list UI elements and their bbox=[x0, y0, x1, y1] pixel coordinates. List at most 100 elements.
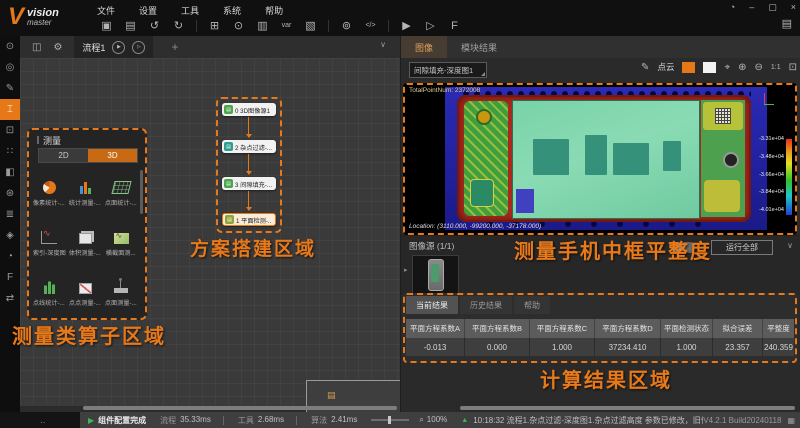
undo-icon[interactable]: ↺ bbox=[148, 17, 161, 35]
status-log[interactable]: ▲ 10:18:32 流程1.杂点过滤-深度图1.杂点过滤高度 参数已修改，旧值… bbox=[461, 415, 703, 426]
mark-icon[interactable]: ◈ bbox=[0, 225, 20, 246]
locate-icon[interactable]: ⊡ bbox=[0, 120, 20, 141]
status-separator bbox=[296, 416, 297, 425]
package-icon[interactable]: ▧ bbox=[304, 17, 317, 35]
close-icon[interactable]: × bbox=[791, 2, 796, 13]
run-flow-icon[interactable]: ▶ bbox=[112, 41, 125, 54]
version-label: V4.2.1 Build20240118 bbox=[703, 416, 781, 425]
chevron-down-icon[interactable]: ∨ bbox=[787, 241, 793, 250]
menu-file[interactable]: 文件 bbox=[95, 3, 117, 18]
app-logo: V vision master bbox=[8, 2, 59, 32]
tab-2d[interactable]: 2D bbox=[39, 149, 88, 162]
tool-point-point-measure[interactable]: 点点测量-... bbox=[67, 268, 103, 318]
save-icon[interactable]: ▣ bbox=[100, 17, 113, 35]
expand-strip-icon[interactable]: ▸ bbox=[404, 266, 408, 274]
measure-operator-panel: 测量 2D 3D 像素统计-... 统计测量-... 点面统计-... ∿ 索引… bbox=[27, 128, 147, 320]
measure-icon[interactable]: ⌶ bbox=[0, 99, 20, 120]
menu-tools[interactable]: 工具 bbox=[179, 3, 201, 18]
tool-pixel-stats[interactable]: 像素统计-... bbox=[31, 168, 67, 218]
node-3d-image-source[interactable]: ▤ 0 3D图像源1 bbox=[222, 103, 276, 116]
step-run-flow-icon[interactable]: ▷ bbox=[132, 41, 145, 54]
logo-v-icon: V bbox=[8, 2, 24, 32]
tool-point-plane-measure[interactable]: 点面测量-... bbox=[103, 268, 139, 318]
image-edit-icon[interactable]: ✎ bbox=[0, 78, 20, 99]
ready-text: 组件配置完成 bbox=[98, 415, 146, 426]
flowchart-icon[interactable]: ◫ bbox=[32, 42, 41, 53]
histogram-icon[interactable]: ≣ bbox=[0, 204, 20, 225]
io-panel-icon[interactable]: ▥ bbox=[256, 17, 269, 35]
performance-icon[interactable]: ◔ bbox=[730, 2, 735, 13]
node-gap-fill[interactable]: ▤ 3 间隙填充-... bbox=[222, 177, 276, 190]
tab-image[interactable]: 图像 bbox=[401, 36, 447, 58]
menu-system[interactable]: 系统 bbox=[221, 3, 243, 18]
image-config-icon[interactable]: ⊛ bbox=[0, 183, 20, 204]
format-f-icon[interactable]: F bbox=[0, 267, 20, 288]
transfer-icon[interactable]: ⇄ bbox=[0, 288, 20, 309]
node-noise-filter[interactable]: ▤ 2 杂点过滤-... bbox=[222, 140, 276, 153]
panel-scrollbar[interactable] bbox=[140, 170, 143, 214]
flow-connector-arrow bbox=[248, 117, 249, 137]
log-panel-icon[interactable]: ▦ bbox=[787, 416, 795, 425]
image-viewport[interactable]: TotalPointNum: 2372008 Location: (3110.0… bbox=[403, 83, 797, 235]
tool-index-depth-map[interactable]: ∿ 索引-深度图 bbox=[31, 218, 67, 268]
tool-point-line-stats[interactable]: 点线统计-... bbox=[31, 268, 67, 318]
run-all-dropdown[interactable]: 运行全部 bbox=[711, 240, 773, 255]
image-thumbnail[interactable] bbox=[412, 255, 459, 294]
tab-help[interactable]: 帮助 bbox=[514, 296, 550, 314]
zoom-in-icon[interactable]: ⊕ bbox=[738, 62, 746, 73]
minimize-icon[interactable]: – bbox=[749, 2, 754, 13]
open-solution-icon[interactable]: ▤ bbox=[124, 17, 137, 35]
redo-icon[interactable]: ↻ bbox=[172, 17, 185, 35]
center-view-icon[interactable]: ⌖ bbox=[724, 62, 730, 73]
new-window-icon[interactable]: ⊞ bbox=[208, 17, 221, 35]
one-to-one-icon[interactable]: 1:1 bbox=[771, 64, 781, 71]
menu-help[interactable]: 帮助 bbox=[263, 3, 285, 18]
history-icon[interactable]: ◔ bbox=[0, 246, 20, 267]
camera-icon[interactable]: ⊙ bbox=[232, 17, 245, 35]
results-hscrollbar[interactable] bbox=[460, 406, 795, 410]
matrix-icon[interactable]: ∷ bbox=[0, 141, 20, 162]
script-icon[interactable]: </> bbox=[364, 17, 377, 35]
annotation-build-area: 方案搭建区域 bbox=[190, 234, 316, 261]
wrench-icon[interactable]: ⚙ bbox=[53, 42, 62, 53]
tool-stats-measure[interactable]: 统计测量-... bbox=[67, 168, 103, 218]
mesh-box-icon bbox=[113, 180, 130, 194]
measure-panel-title: 测量 bbox=[37, 134, 61, 147]
color-swatch-orange[interactable] bbox=[682, 62, 695, 73]
adjust-icon[interactable]: ◧ bbox=[0, 162, 20, 183]
open-result-folder-icon[interactable]: ▤ bbox=[782, 17, 792, 30]
tab-history-result[interactable]: 历史结果 bbox=[460, 296, 512, 314]
zoom-out-icon[interactable]: ⊖ bbox=[754, 62, 762, 73]
camera-icon[interactable]: ⊙ bbox=[0, 36, 20, 57]
display-source-dropdown[interactable]: 间隙填充-深度图1 bbox=[409, 62, 487, 78]
status-more[interactable]: ‥ bbox=[0, 412, 80, 428]
tab-current-result[interactable]: 当前结果 bbox=[406, 296, 458, 314]
canvas-hscrollbar[interactable] bbox=[83, 406, 397, 410]
tab-module-results[interactable]: 模块结果 bbox=[447, 36, 511, 58]
phone-midframe-region bbox=[512, 100, 700, 219]
chevron-down-icon[interactable]: ∨ bbox=[380, 40, 386, 49]
canvas-zoom-slider[interactable] bbox=[371, 419, 409, 421]
global-run-icon[interactable]: ⊚ bbox=[340, 17, 353, 35]
add-flow-button[interactable]: + bbox=[171, 40, 178, 54]
ready-play-icon: ▶ bbox=[88, 416, 94, 425]
tool-volume-measure[interactable]: 体积测量-... bbox=[67, 218, 103, 268]
variables-icon[interactable]: var bbox=[280, 17, 293, 35]
visionmaster-window: V vision master 文件 设置 工具 系统 帮助 ◔ – ▢ × ▣… bbox=[0, 0, 800, 428]
format-icon[interactable]: F bbox=[448, 17, 461, 35]
node-icon: ▤ bbox=[224, 105, 233, 114]
camera-lens bbox=[723, 152, 739, 168]
tab-3d[interactable]: 3D bbox=[88, 149, 137, 162]
tool-cross-section[interactable]: ∿ 横截面测... bbox=[103, 218, 139, 268]
tool-point-surface-stats[interactable]: 点面统计-... bbox=[103, 168, 139, 218]
menu-settings[interactable]: 设置 bbox=[137, 3, 159, 18]
edit-icon[interactable]: ✎ bbox=[641, 62, 649, 73]
node-plane-detect[interactable]: ▤ 1 平面检测-... bbox=[222, 213, 276, 226]
run-icon[interactable]: ▶ bbox=[400, 17, 413, 35]
restore-icon[interactable]: ▢ bbox=[768, 2, 777, 13]
step-run-icon[interactable]: ▷ bbox=[424, 17, 437, 35]
tab-flow-1[interactable]: 流程1 ▶ ▷ bbox=[74, 36, 153, 58]
calibration-icon[interactable]: ◎ bbox=[0, 57, 20, 78]
color-swatch-white[interactable] bbox=[703, 62, 716, 73]
fit-view-icon[interactable]: ⊡ bbox=[789, 62, 797, 73]
